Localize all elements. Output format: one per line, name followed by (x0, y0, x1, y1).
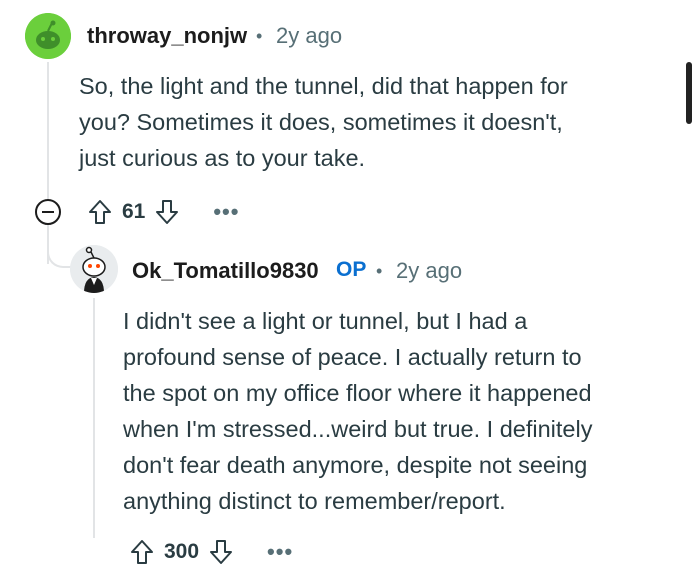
comment-body: So, the light and the tunnel, did that h… (79, 68, 669, 176)
upvote-button[interactable] (130, 539, 154, 565)
reply-body-line: when I'm stressed...weird but true. I de… (123, 416, 593, 442)
reply-body-line: anything distinct to remember/report. (123, 488, 506, 514)
upvote-icon (89, 200, 111, 224)
reply-username[interactable]: Ok_Tomatillo9830 (132, 258, 319, 284)
reply-body-line: I didn't see a light or tunnel, but I ha… (123, 308, 528, 334)
reply-body-line: profound sense of peace. I actually retu… (123, 344, 582, 370)
vote-count: 300 (164, 540, 200, 563)
downvote-button[interactable] (209, 539, 233, 565)
more-options-button[interactable]: ••• (213, 199, 239, 225)
upvote-icon (131, 540, 153, 564)
downvote-icon (156, 200, 179, 224)
vote-count: 61 (122, 200, 146, 223)
reply-user-avatar[interactable] (70, 245, 118, 293)
reply-actions: 300 ••• (130, 537, 293, 567)
collapse-thread-button[interactable] (35, 199, 61, 225)
reply-timestamp[interactable]: 2y ago (396, 258, 462, 284)
upvote-button[interactable] (88, 199, 112, 225)
meta-separator: • (256, 26, 263, 46)
thread-line-comment1[interactable] (47, 62, 49, 200)
collapse-icon (42, 211, 54, 213)
scrollbar-thumb[interactable] (686, 62, 692, 124)
reply-body-line: don't fear death anymore, despite not se… (123, 452, 588, 478)
downvote-button[interactable] (155, 199, 179, 225)
more-options-button[interactable]: ••• (267, 539, 293, 565)
snoo-avatar-icon (25, 13, 71, 59)
reply-body: I didn't see a light or tunnel, but I ha… (123, 303, 683, 519)
meta-separator: • (376, 261, 383, 281)
comment-body-line: you? Sometimes it does, sometimes it doe… (79, 109, 563, 135)
comment-timestamp[interactable]: 2y ago (276, 23, 342, 49)
comment-actions: 61 ••• (88, 197, 239, 227)
thread-line-reply[interactable] (93, 298, 95, 538)
thread-line-reply-curve (47, 238, 71, 268)
downvote-icon (210, 540, 233, 564)
comment-body-line: just curious as to your take. (79, 145, 366, 171)
op-badge: OP (336, 258, 367, 281)
comment-body-line: So, the light and the tunnel, did that h… (79, 73, 568, 99)
snoo-avatar-icon (70, 245, 118, 293)
reply-body-line: the spot on my office floor where it hap… (123, 380, 592, 406)
comment-username[interactable]: throway_nonjw (87, 23, 247, 49)
user-avatar[interactable] (25, 13, 71, 59)
